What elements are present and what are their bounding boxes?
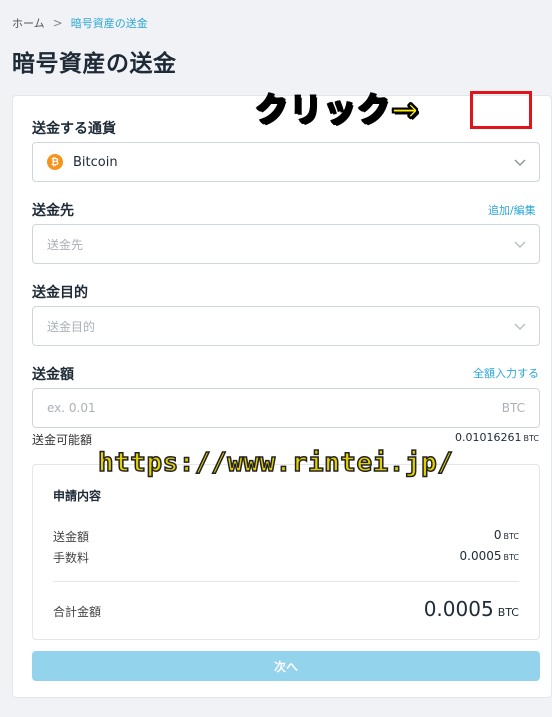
amount-unit: BTC bbox=[501, 401, 525, 415]
summary-row-number: 0.0005 bbox=[459, 549, 502, 563]
summary-row-value: 0 BTC bbox=[494, 528, 519, 545]
purpose-placeholder: 送金目的 bbox=[47, 319, 96, 334]
summary-panel: 申請内容 送金額 0 BTC 手数料 0.0005 BTC 合計金額 0.0005 B… bbox=[32, 464, 540, 640]
chevron-down-icon bbox=[514, 159, 526, 166]
add-edit-destination-link[interactable]: 追加/編集 bbox=[488, 202, 536, 218]
breadcrumb: ホーム > 暗号資産の送金 bbox=[12, 15, 148, 31]
total-amount: 0.0005 BTC bbox=[424, 597, 519, 621]
summary-row-unit: BTC bbox=[503, 532, 520, 541]
total-value: 0.0005 bbox=[423, 597, 494, 621]
summary-row-label: 送金額 bbox=[53, 530, 90, 544]
summary-divider bbox=[53, 581, 519, 582]
currency-selected-value: Bitcoin bbox=[73, 154, 118, 170]
purpose-select[interactable]: 送金目的 bbox=[32, 306, 540, 346]
chevron-down-icon bbox=[514, 323, 526, 330]
summary-title: 申請内容 bbox=[53, 489, 102, 503]
summary-row: 手数料 0.0005 BTC bbox=[53, 549, 519, 566]
currency-select[interactable]: ₿ Bitcoin bbox=[32, 142, 540, 182]
summary-row-unit: BTC bbox=[503, 553, 520, 562]
currency-label: 送金する通貨 bbox=[32, 121, 116, 137]
summary-total-row: 合計金額 0.0005 BTC bbox=[53, 597, 519, 621]
watermark-text: https://www.rintei.jp/ bbox=[97, 447, 454, 479]
enter-all-amount-link[interactable]: 全額入力する bbox=[473, 365, 539, 381]
breadcrumb-separator: > bbox=[52, 16, 63, 30]
chevron-down-icon bbox=[514, 241, 526, 248]
destination-placeholder: 送金先 bbox=[47, 237, 84, 252]
summary-row-number: 0 bbox=[493, 528, 502, 542]
breadcrumb-home-link[interactable]: ホーム bbox=[12, 15, 45, 31]
available-amount-unit: BTC bbox=[523, 434, 540, 443]
amount-placeholder: ex. 0.01 bbox=[47, 401, 96, 415]
purpose-label: 送金目的 bbox=[32, 285, 88, 301]
total-unit: BTC bbox=[497, 606, 519, 619]
summary-row-value: 0.0005 BTC bbox=[460, 549, 520, 566]
total-label: 合計金額 bbox=[53, 605, 102, 619]
next-button[interactable]: 次へ bbox=[32, 651, 540, 681]
amount-input[interactable]: ex. 0.01 BTC bbox=[32, 388, 540, 428]
highlight-box bbox=[470, 91, 532, 129]
click-annotation: クリック→ bbox=[254, 89, 420, 130]
available-amount-label: 送金可能額 bbox=[32, 433, 93, 447]
summary-row-label: 手数料 bbox=[53, 551, 90, 565]
summary-row: 送金額 0 BTC bbox=[53, 528, 519, 545]
destination-label: 送金先 bbox=[32, 203, 74, 219]
page-title: 暗号資産の送金 bbox=[12, 51, 177, 77]
bitcoin-icon: ₿ bbox=[47, 154, 63, 170]
destination-select[interactable]: 送金先 bbox=[32, 224, 540, 264]
breadcrumb-current: 暗号資産の送金 bbox=[70, 17, 148, 30]
available-amount-number: 0.01016261 bbox=[455, 431, 522, 444]
remittance-form-card: 送金する通貨 ₿ Bitcoin 送金先 追加/編集 送金先 送金目的 送金目的… bbox=[12, 95, 552, 698]
available-amount-value: 0.01016261 BTC bbox=[455, 431, 539, 444]
amount-label: 送金額 bbox=[32, 367, 74, 383]
page: ホーム > 暗号資産の送金 暗号資産の送金 送金する通貨 ₿ Bitcoin 送… bbox=[0, 0, 552, 717]
